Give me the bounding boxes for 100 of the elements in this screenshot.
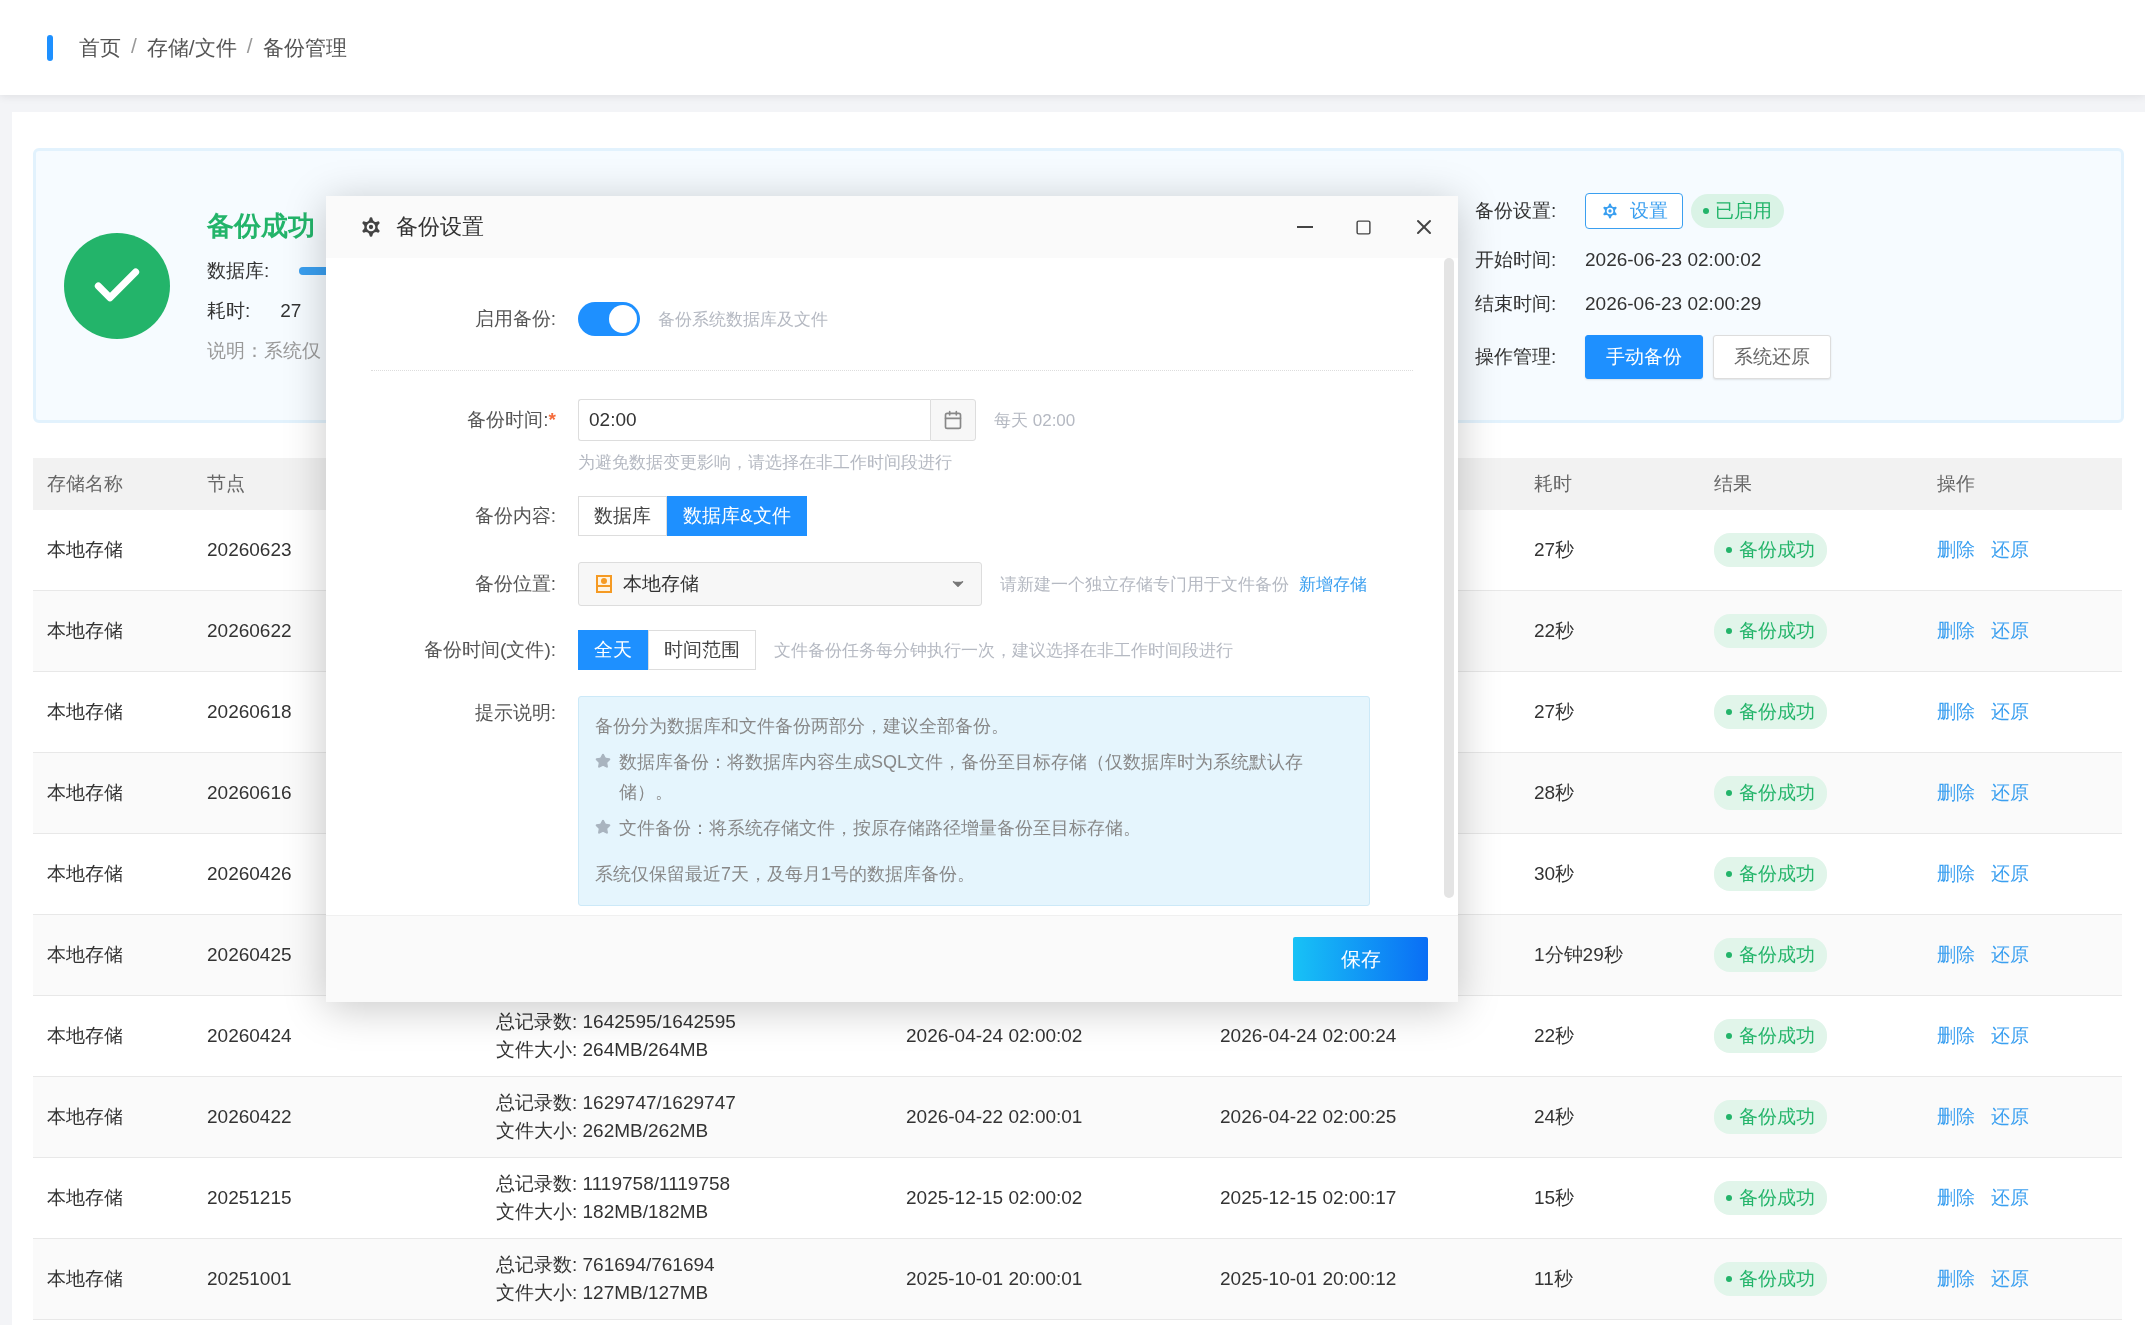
- status-badge: 备份成功: [1714, 1181, 1827, 1215]
- column-header: 存储名称: [47, 473, 123, 494]
- table-cell-text: 文件大小: 127MB/127MB: [496, 1281, 710, 1305]
- table-cell: 28秒: [1534, 782, 1575, 803]
- table-cell: 本地存储: [47, 1106, 123, 1127]
- breadcrumb-item[interactable]: 备份管理: [262, 33, 347, 62]
- hint-text: 请新建一个独立存储专门用于文件备份: [1000, 573, 1289, 596]
- table-cell: 本地存储: [47, 1025, 123, 1046]
- table-cell: 24秒: [1534, 1106, 1575, 1127]
- star-icon: [595, 819, 611, 835]
- database-label: 数据库:: [207, 258, 270, 283]
- table-cell: 本地存储: [47, 944, 123, 965]
- table-cell-text: 文件大小: 182MB/182MB: [496, 1200, 710, 1224]
- calendar-button[interactable]: [930, 399, 976, 441]
- delete-link[interactable]: 删除: [1937, 1104, 1975, 1130]
- minimize-icon: [1297, 226, 1313, 228]
- segment-option[interactable]: 全天: [578, 630, 648, 670]
- start-time-label: 开始时间:: [1475, 247, 1558, 272]
- save-button[interactable]: 保存: [1293, 937, 1428, 981]
- table-cell: 本地存储: [47, 863, 123, 884]
- status-badge: 备份成功: [1714, 938, 1827, 972]
- settings-label: 备份设置:: [1475, 198, 1558, 223]
- tip-text: 文件备份：将系统存储文件，按原存储路径增量备份至目标存储。: [619, 817, 1141, 840]
- table-cell: 22秒: [1534, 620, 1575, 641]
- hint-text: 备份系统数据库及文件: [658, 308, 828, 331]
- column-header: 节点: [207, 473, 245, 494]
- table-cell: 20260618: [207, 701, 292, 722]
- table-cell: 20260422: [207, 1106, 292, 1127]
- restore-link[interactable]: 还原: [1991, 1185, 2029, 1211]
- table-cell: 20260424: [207, 1025, 292, 1046]
- table-cell: 20251215: [207, 1187, 292, 1208]
- add-storage-link[interactable]: 新增存储: [1299, 572, 1367, 596]
- delete-link[interactable]: 删除: [1937, 537, 1975, 563]
- segment-option[interactable]: 数据库: [578, 496, 667, 536]
- restore-link[interactable]: 还原: [1991, 1023, 2029, 1049]
- status-badge: 备份成功: [1714, 1262, 1827, 1296]
- table-cell: 30秒: [1534, 863, 1575, 884]
- restore-button[interactable]: 系统还原: [1713, 334, 1831, 379]
- restore-link[interactable]: 还原: [1991, 537, 2029, 563]
- restore-link[interactable]: 还原: [1991, 618, 2029, 644]
- duration-value: 27: [280, 299, 302, 322]
- tip-text: 数据库备份：将数据库内容生成SQL文件，备份至目标存储（仅数据库时为系统默认存储）。: [619, 751, 1305, 804]
- delete-link[interactable]: 删除: [1937, 780, 1975, 806]
- table-cell: 27秒: [1534, 701, 1575, 722]
- table-cell-text: 文件大小: 262MB/262MB: [496, 1119, 710, 1143]
- star-icon: [595, 753, 611, 769]
- maximize-icon: [1355, 218, 1372, 236]
- table-cell: 20260622: [207, 620, 292, 641]
- settings-button[interactable]: 设置: [1585, 192, 1683, 229]
- status-badge: 备份成功: [1714, 614, 1827, 648]
- delete-link[interactable]: 删除: [1937, 861, 1975, 887]
- field-label: 备份内容:: [473, 504, 556, 528]
- calendar-icon: [943, 410, 963, 430]
- time-input[interactable]: 02:00: [578, 399, 930, 441]
- delete-link[interactable]: 删除: [1937, 1023, 1975, 1049]
- location-select[interactable]: 本地存储: [578, 562, 982, 606]
- column-header: 耗时: [1534, 473, 1572, 494]
- delete-link[interactable]: 删除: [1937, 942, 1975, 968]
- toggle-switch[interactable]: [578, 302, 640, 336]
- start-time-value: 2026-06-23 02:00:02: [1585, 248, 1763, 271]
- segment-option[interactable]: 数据库&文件: [667, 496, 807, 536]
- table-cell: 2026-04-22 02:00:25: [1220, 1106, 1397, 1127]
- table-cell: 2025-10-01 20:00:01: [906, 1268, 1083, 1289]
- manual-backup-button[interactable]: 手动备份: [1585, 334, 1703, 379]
- restore-link[interactable]: 还原: [1991, 861, 2029, 887]
- field-label: 备份位置:: [473, 572, 556, 596]
- table-cell: 本地存储: [47, 539, 123, 560]
- table-cell: 15秒: [1534, 1187, 1575, 1208]
- status-badge: 备份成功: [1714, 1019, 1827, 1053]
- field-label: 提示说明:: [473, 701, 556, 725]
- table-cell: 本地存储: [47, 701, 123, 722]
- segment-option[interactable]: 时间范围: [648, 630, 756, 670]
- status-badge: 备份成功: [1714, 1100, 1827, 1134]
- delete-link[interactable]: 删除: [1937, 1185, 1975, 1211]
- table-cell: 22秒: [1534, 1025, 1575, 1046]
- restore-link[interactable]: 还原: [1991, 699, 2029, 725]
- table-cell-text: 总记录数: 1119758/1119758: [496, 1172, 732, 1196]
- status-title: 备份成功: [207, 209, 315, 243]
- delete-link[interactable]: 删除: [1937, 699, 1975, 725]
- restore-link[interactable]: 还原: [1991, 1104, 2029, 1130]
- table-cell: 2026-04-24 02:00:02: [906, 1025, 1083, 1046]
- field-label: 备份时间(文件):: [423, 638, 556, 662]
- status-badge: 备份成功: [1714, 776, 1827, 810]
- table-cell: 20260426: [207, 863, 292, 884]
- operations-label: 操作管理:: [1475, 344, 1558, 369]
- breadcrumb-item[interactable]: 存储/文件: [146, 33, 237, 62]
- restore-link[interactable]: 还原: [1991, 942, 2029, 968]
- dialog-title: 备份设置: [396, 213, 485, 241]
- delete-link[interactable]: 删除: [1937, 1266, 1975, 1292]
- table-cell: 2025-12-15 02:00:17: [1220, 1187, 1397, 1208]
- table-cell-text: 总记录数: 1642595/1642595: [496, 1010, 737, 1034]
- table-cell-text: 文件大小: 264MB/264MB: [496, 1038, 710, 1062]
- restore-link[interactable]: 还原: [1991, 780, 2029, 806]
- table-cell: 11秒: [1534, 1268, 1573, 1289]
- field-label: 备份时间:*: [466, 408, 556, 432]
- breadcrumb-item[interactable]: 首页: [79, 33, 121, 62]
- table-cell: 本地存储: [47, 620, 123, 641]
- tip-text: 备份分为数据库和文件备份两部分，建议全部备份。: [595, 715, 1009, 738]
- delete-link[interactable]: 删除: [1937, 618, 1975, 644]
- restore-link[interactable]: 还原: [1991, 1266, 2029, 1292]
